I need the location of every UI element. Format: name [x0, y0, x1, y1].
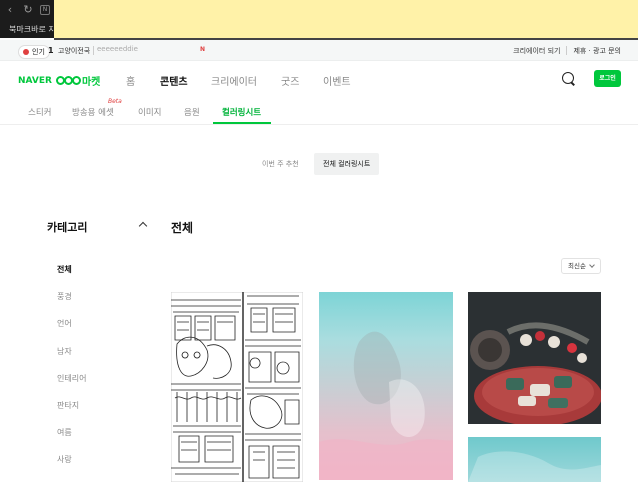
- divider: [0, 124, 638, 125]
- utility-links: 크리에이터 되기 제휴 · 광고 문의: [513, 46, 621, 56]
- toggle-weekly-pick[interactable]: 이번 주 추천: [254, 153, 307, 175]
- divider: [93, 46, 94, 55]
- category-item-love[interactable]: 사랑: [57, 454, 86, 481]
- tab-coloring-sheet[interactable]: 컬러링시트: [222, 106, 261, 118]
- notice-overlay: [54, 0, 638, 40]
- nav-creator[interactable]: 크리에이터: [211, 73, 257, 88]
- coloring-sheet-card[interactable]: [171, 292, 303, 482]
- divider: [566, 46, 568, 55]
- hot-badge: 인기: [18, 45, 50, 59]
- category-item-interior[interactable]: 인테리어: [57, 373, 86, 400]
- back-icon[interactable]: ‹: [4, 4, 16, 16]
- sort-label: 최신순: [568, 262, 586, 270]
- login-button[interactable]: 로그인: [594, 70, 621, 87]
- nav-home[interactable]: 홈: [126, 73, 135, 88]
- category-item-men[interactable]: 남자: [57, 346, 86, 373]
- search-text[interactable]: eeeeeeddie: [97, 45, 138, 53]
- category-list: 전체 풍경 언어 남자 인테리어 판타지 여름 사랑: [57, 264, 86, 482]
- lineart-thumbnail: [171, 292, 303, 482]
- trending-rank: 1: [48, 46, 54, 55]
- hot-label: 인기: [32, 48, 45, 56]
- nav-event[interactable]: 이벤트: [323, 73, 351, 88]
- tab-icon[interactable]: N: [40, 5, 50, 15]
- coloring-sheet-card[interactable]: [319, 292, 453, 480]
- nav-goods[interactable]: 굿즈: [281, 73, 299, 88]
- site-logo[interactable]: NAVER 마켓: [18, 73, 101, 89]
- trending-keyword[interactable]: 고양이전국: [58, 46, 90, 56]
- toggle-all-sheets[interactable]: 전체 컬러링시트: [314, 153, 380, 175]
- tab-image[interactable]: 이미지: [138, 106, 161, 118]
- nav-contents[interactable]: 콘텐츠: [160, 73, 188, 88]
- page-title: 전체: [171, 221, 194, 235]
- category-item-landscape[interactable]: 풍경: [57, 291, 86, 318]
- sort-dropdown[interactable]: 최신순: [561, 258, 601, 274]
- category-item-language[interactable]: 언어: [57, 318, 86, 345]
- tab-sticker[interactable]: 스티커: [28, 106, 51, 118]
- category-item-fantasy[interactable]: 판타지: [57, 400, 86, 427]
- coloring-sheet-card[interactable]: [468, 292, 601, 424]
- chevron-down-icon: [589, 262, 595, 268]
- realtime-ticker-bar: 인기 1 고양이전국 eeeeeeddie N 크리에이터 되기 제휴 · 광고…: [0, 40, 638, 61]
- new-badge: N: [200, 46, 206, 53]
- search-icon[interactable]: [562, 72, 574, 84]
- watercolor-thumbnail: [468, 451, 601, 482]
- category-title: 카테고리: [47, 221, 88, 234]
- photo-thumbnail: [468, 292, 601, 424]
- fire-icon: [23, 49, 29, 55]
- logo-naver: NAVER: [18, 75, 52, 86]
- refresh-icon[interactable]: ↻: [22, 4, 34, 16]
- coloring-sheet-card[interactable]: [468, 437, 601, 482]
- chevron-up-icon[interactable]: [138, 221, 148, 231]
- browser-nav-icons: ‹ ↻ N: [4, 2, 50, 18]
- tab-music[interactable]: 음원: [184, 106, 200, 118]
- logo-market: 마켓: [81, 77, 101, 88]
- category-item-all[interactable]: 전체: [57, 264, 86, 291]
- watercolor-thumbnail: [319, 331, 453, 480]
- category-item-summer[interactable]: 여름: [57, 427, 86, 454]
- tab-broadcast-asset[interactable]: 방송용 에셋: [72, 106, 114, 118]
- ad-inquiry-link[interactable]: 제휴 · 광고 문의: [573, 46, 621, 56]
- logo-rings-icon: [55, 76, 81, 85]
- beta-badge: Beta: [108, 98, 122, 105]
- creator-signup-link[interactable]: 크리에이터 되기: [513, 46, 560, 56]
